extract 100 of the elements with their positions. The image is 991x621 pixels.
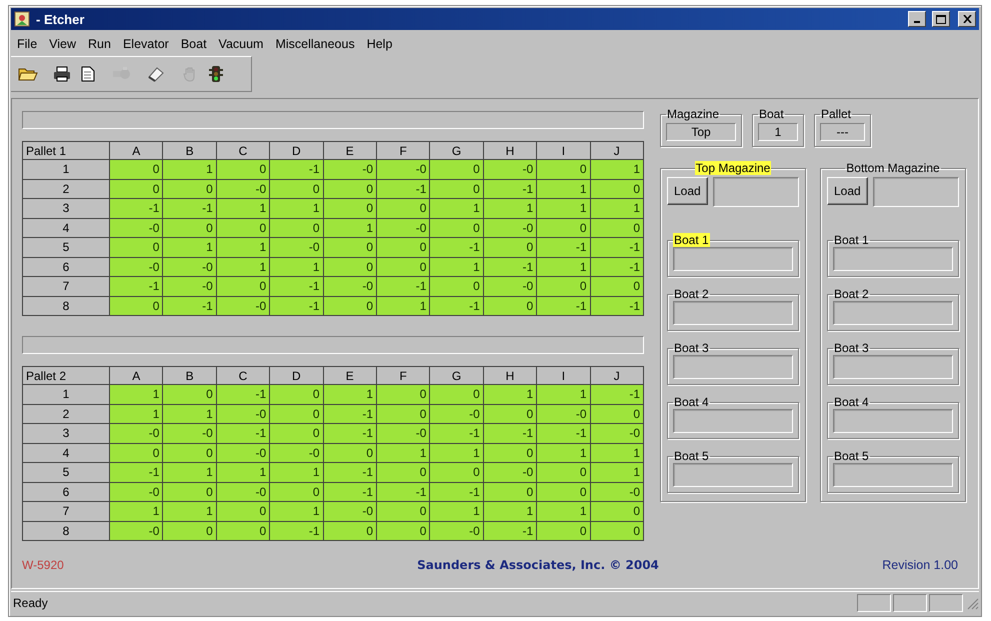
row-header: 7 xyxy=(23,277,109,296)
menu-item[interactable]: File xyxy=(11,37,44,51)
table-cell: 0 xyxy=(377,502,430,520)
table-cell: 0 xyxy=(216,522,270,540)
table-cell: 0 xyxy=(163,385,216,404)
column-header: G xyxy=(430,142,483,159)
text-field[interactable] xyxy=(712,177,799,207)
text-field[interactable] xyxy=(833,247,953,271)
text-field[interactable] xyxy=(833,301,953,325)
table-cell: 0 xyxy=(377,404,430,423)
text-field[interactable] xyxy=(833,409,953,433)
close-button[interactable] xyxy=(958,11,976,27)
table-cell: 0 xyxy=(430,180,483,198)
maximize-button[interactable] xyxy=(932,11,950,27)
text-field[interactable] xyxy=(673,301,793,325)
group-label: Boat 2 xyxy=(833,287,870,301)
group-label: Boat 3 xyxy=(673,341,710,355)
column-header: C xyxy=(216,142,270,159)
menu-item[interactable]: Miscellaneous xyxy=(269,37,361,51)
table-cell: -1 xyxy=(110,463,162,482)
readout-field: 1 xyxy=(758,123,798,141)
column-header: E xyxy=(324,142,376,159)
column-header: J xyxy=(590,142,643,159)
table-cell: 0 xyxy=(430,385,483,404)
table-cell: -1 xyxy=(484,180,536,198)
table-cell: 0 xyxy=(324,296,376,315)
column-header: G xyxy=(430,367,483,384)
table-cell: -0 xyxy=(216,404,270,423)
group-label: Pallet xyxy=(820,107,852,121)
menu-item[interactable]: Help xyxy=(360,37,398,51)
table-cell: -1 xyxy=(270,160,323,178)
table-cell: 1 xyxy=(484,385,536,404)
group-label: Boat 1 xyxy=(833,233,870,247)
table-cell: -1 xyxy=(537,296,590,315)
table-cell: -0 xyxy=(537,404,590,423)
text-field[interactable] xyxy=(673,409,793,433)
table-cell: 1 xyxy=(163,502,216,520)
row-header: 2 xyxy=(23,180,109,198)
column-header: B xyxy=(163,142,216,159)
column-header: F xyxy=(377,142,430,159)
table-cell: -1 xyxy=(377,482,430,501)
table-cell: -1 xyxy=(484,424,536,442)
column-header: H xyxy=(484,367,536,384)
table-cell: 1 xyxy=(163,404,216,423)
load-button[interactable]: Load xyxy=(667,177,708,205)
table-cell: -0 xyxy=(163,277,216,296)
table-cell: 1 xyxy=(590,463,643,482)
table-cell: -1 xyxy=(324,482,376,501)
table-cell: -1 xyxy=(484,258,536,276)
text-field[interactable] xyxy=(833,355,953,379)
row-header: 2 xyxy=(23,404,109,423)
table-cell: 0 xyxy=(270,385,323,404)
table-cell: 1 xyxy=(110,404,162,423)
table-cell: 0 xyxy=(110,444,162,462)
table-cell: 1 xyxy=(590,199,643,218)
text-field[interactable] xyxy=(833,463,953,487)
table-cell: 1 xyxy=(537,258,590,276)
row-header: 1 xyxy=(23,160,109,178)
table-cell: -0 xyxy=(110,424,162,442)
text-field[interactable] xyxy=(673,463,793,487)
menu-item[interactable]: Elevator xyxy=(116,37,175,51)
text-field[interactable] xyxy=(673,247,793,271)
menu-item[interactable]: Run xyxy=(82,37,117,51)
table-cell: -1 xyxy=(324,424,376,442)
table-cell: 0 xyxy=(537,218,590,237)
menu-item[interactable]: Boat xyxy=(174,37,213,51)
row-header: 4 xyxy=(23,444,109,462)
table-cell: 0 xyxy=(216,502,270,520)
app-icon xyxy=(14,11,30,27)
menu-item[interactable]: Vacuum xyxy=(212,37,270,51)
group-label: Boat 1 xyxy=(673,233,710,247)
table-cell: 1 xyxy=(163,160,216,178)
table-cell: 0 xyxy=(484,444,536,462)
table-cell: 0 xyxy=(163,482,216,501)
table-cell: -1 xyxy=(324,404,376,423)
table-cell: 0 xyxy=(324,238,376,256)
text-field[interactable] xyxy=(872,177,959,207)
group-label: Bottom Magazine xyxy=(845,161,941,175)
table-cell: 0 xyxy=(377,199,430,218)
column-header: Pallet 1 xyxy=(23,142,109,159)
table-cell: -0 xyxy=(163,258,216,276)
menu-item[interactable]: View xyxy=(43,37,82,51)
table-cell: 0 xyxy=(430,463,483,482)
table-cell: 0 xyxy=(590,404,643,423)
table-cell: 0 xyxy=(270,482,323,501)
table-cell: 1 xyxy=(270,502,323,520)
table-cell: 1 xyxy=(430,502,483,520)
table-cell: 0 xyxy=(163,180,216,198)
table-cell: 1 xyxy=(216,258,270,276)
table-cell: 1 xyxy=(484,502,536,520)
table-cell: -1 xyxy=(110,277,162,296)
text-field[interactable] xyxy=(673,355,793,379)
readout-field: --- xyxy=(820,123,865,141)
column-header: I xyxy=(537,142,590,159)
minimize-button[interactable] xyxy=(908,11,926,27)
table-cell: -1 xyxy=(270,277,323,296)
load-button[interactable]: Load xyxy=(827,177,868,205)
table-cell: 1 xyxy=(590,160,643,178)
status-text: Ready xyxy=(12,596,49,610)
table-cell: -0 xyxy=(377,160,430,178)
